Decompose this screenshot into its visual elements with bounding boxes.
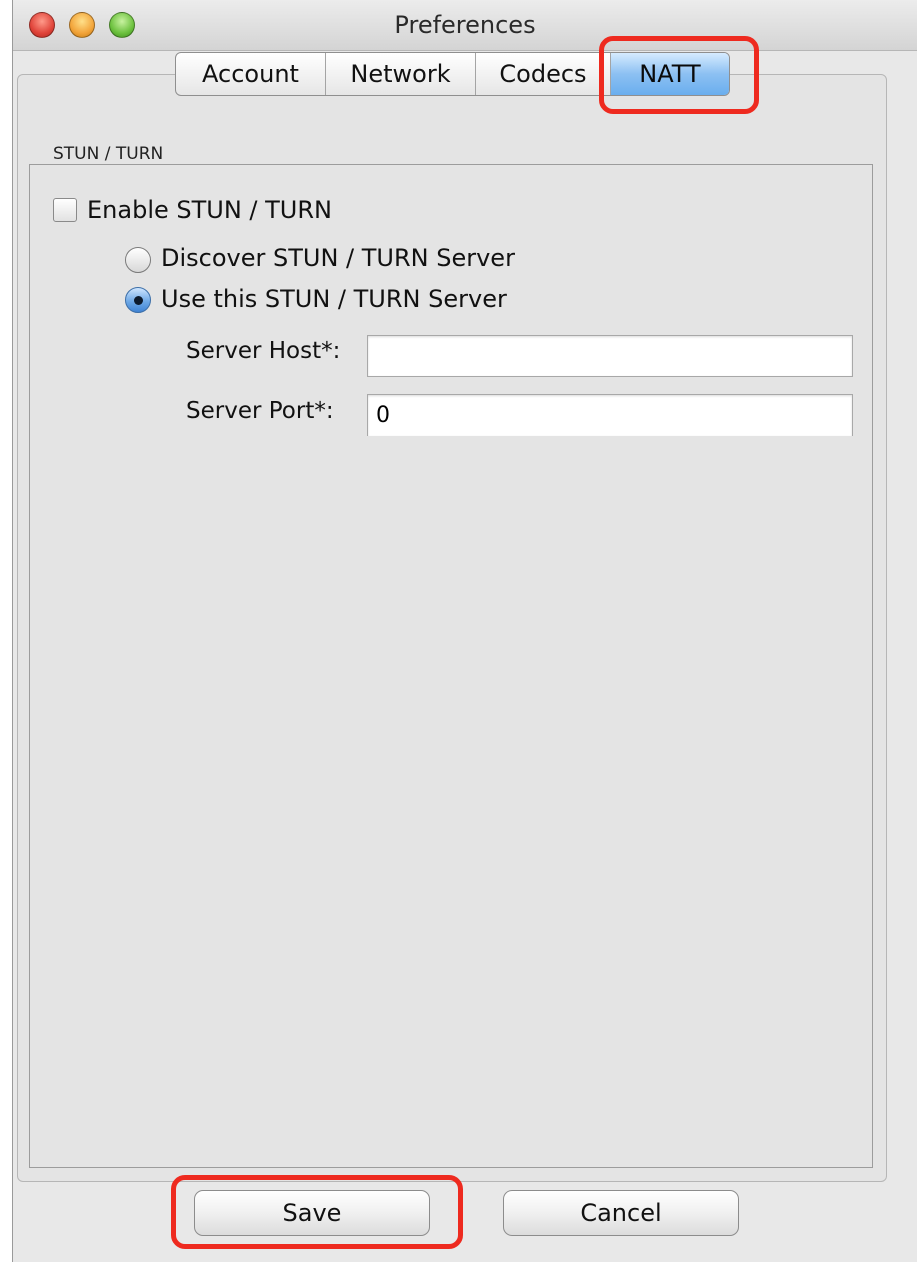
server-port-label: Server Port*: xyxy=(186,398,334,424)
preferences-window: Preferences Account Network Codecs NATT … xyxy=(12,0,917,1262)
title-bar[interactable]: Preferences xyxy=(13,0,917,51)
discover-server-label[interactable]: Discover STUN / TURN Server xyxy=(161,244,515,272)
radio-selected-dot xyxy=(134,296,143,305)
discover-server-radio[interactable] xyxy=(125,247,151,273)
group-title: STUN / TURN xyxy=(47,144,170,164)
window-title: Preferences xyxy=(394,11,536,39)
use-this-server-label[interactable]: Use this STUN / TURN Server xyxy=(161,285,507,313)
tab-network[interactable]: Network xyxy=(326,53,476,95)
tab-bar: Account Network Codecs NATT xyxy=(175,52,730,96)
server-host-label: Server Host*: xyxy=(186,338,341,364)
tab-codecs[interactable]: Codecs xyxy=(476,53,611,95)
tab-account[interactable]: Account xyxy=(176,53,326,95)
cancel-button[interactable]: Cancel xyxy=(503,1190,739,1236)
use-this-server-radio[interactable] xyxy=(125,287,151,313)
enable-stun-turn-checkbox[interactable] xyxy=(53,198,77,222)
server-port-input[interactable] xyxy=(367,394,853,436)
save-button[interactable]: Save xyxy=(194,1190,430,1236)
server-host-input[interactable] xyxy=(367,335,853,377)
stun-turn-group xyxy=(29,164,873,1168)
tab-natt[interactable]: NATT xyxy=(611,53,729,95)
enable-stun-turn-label[interactable]: Enable STUN / TURN xyxy=(87,196,332,224)
